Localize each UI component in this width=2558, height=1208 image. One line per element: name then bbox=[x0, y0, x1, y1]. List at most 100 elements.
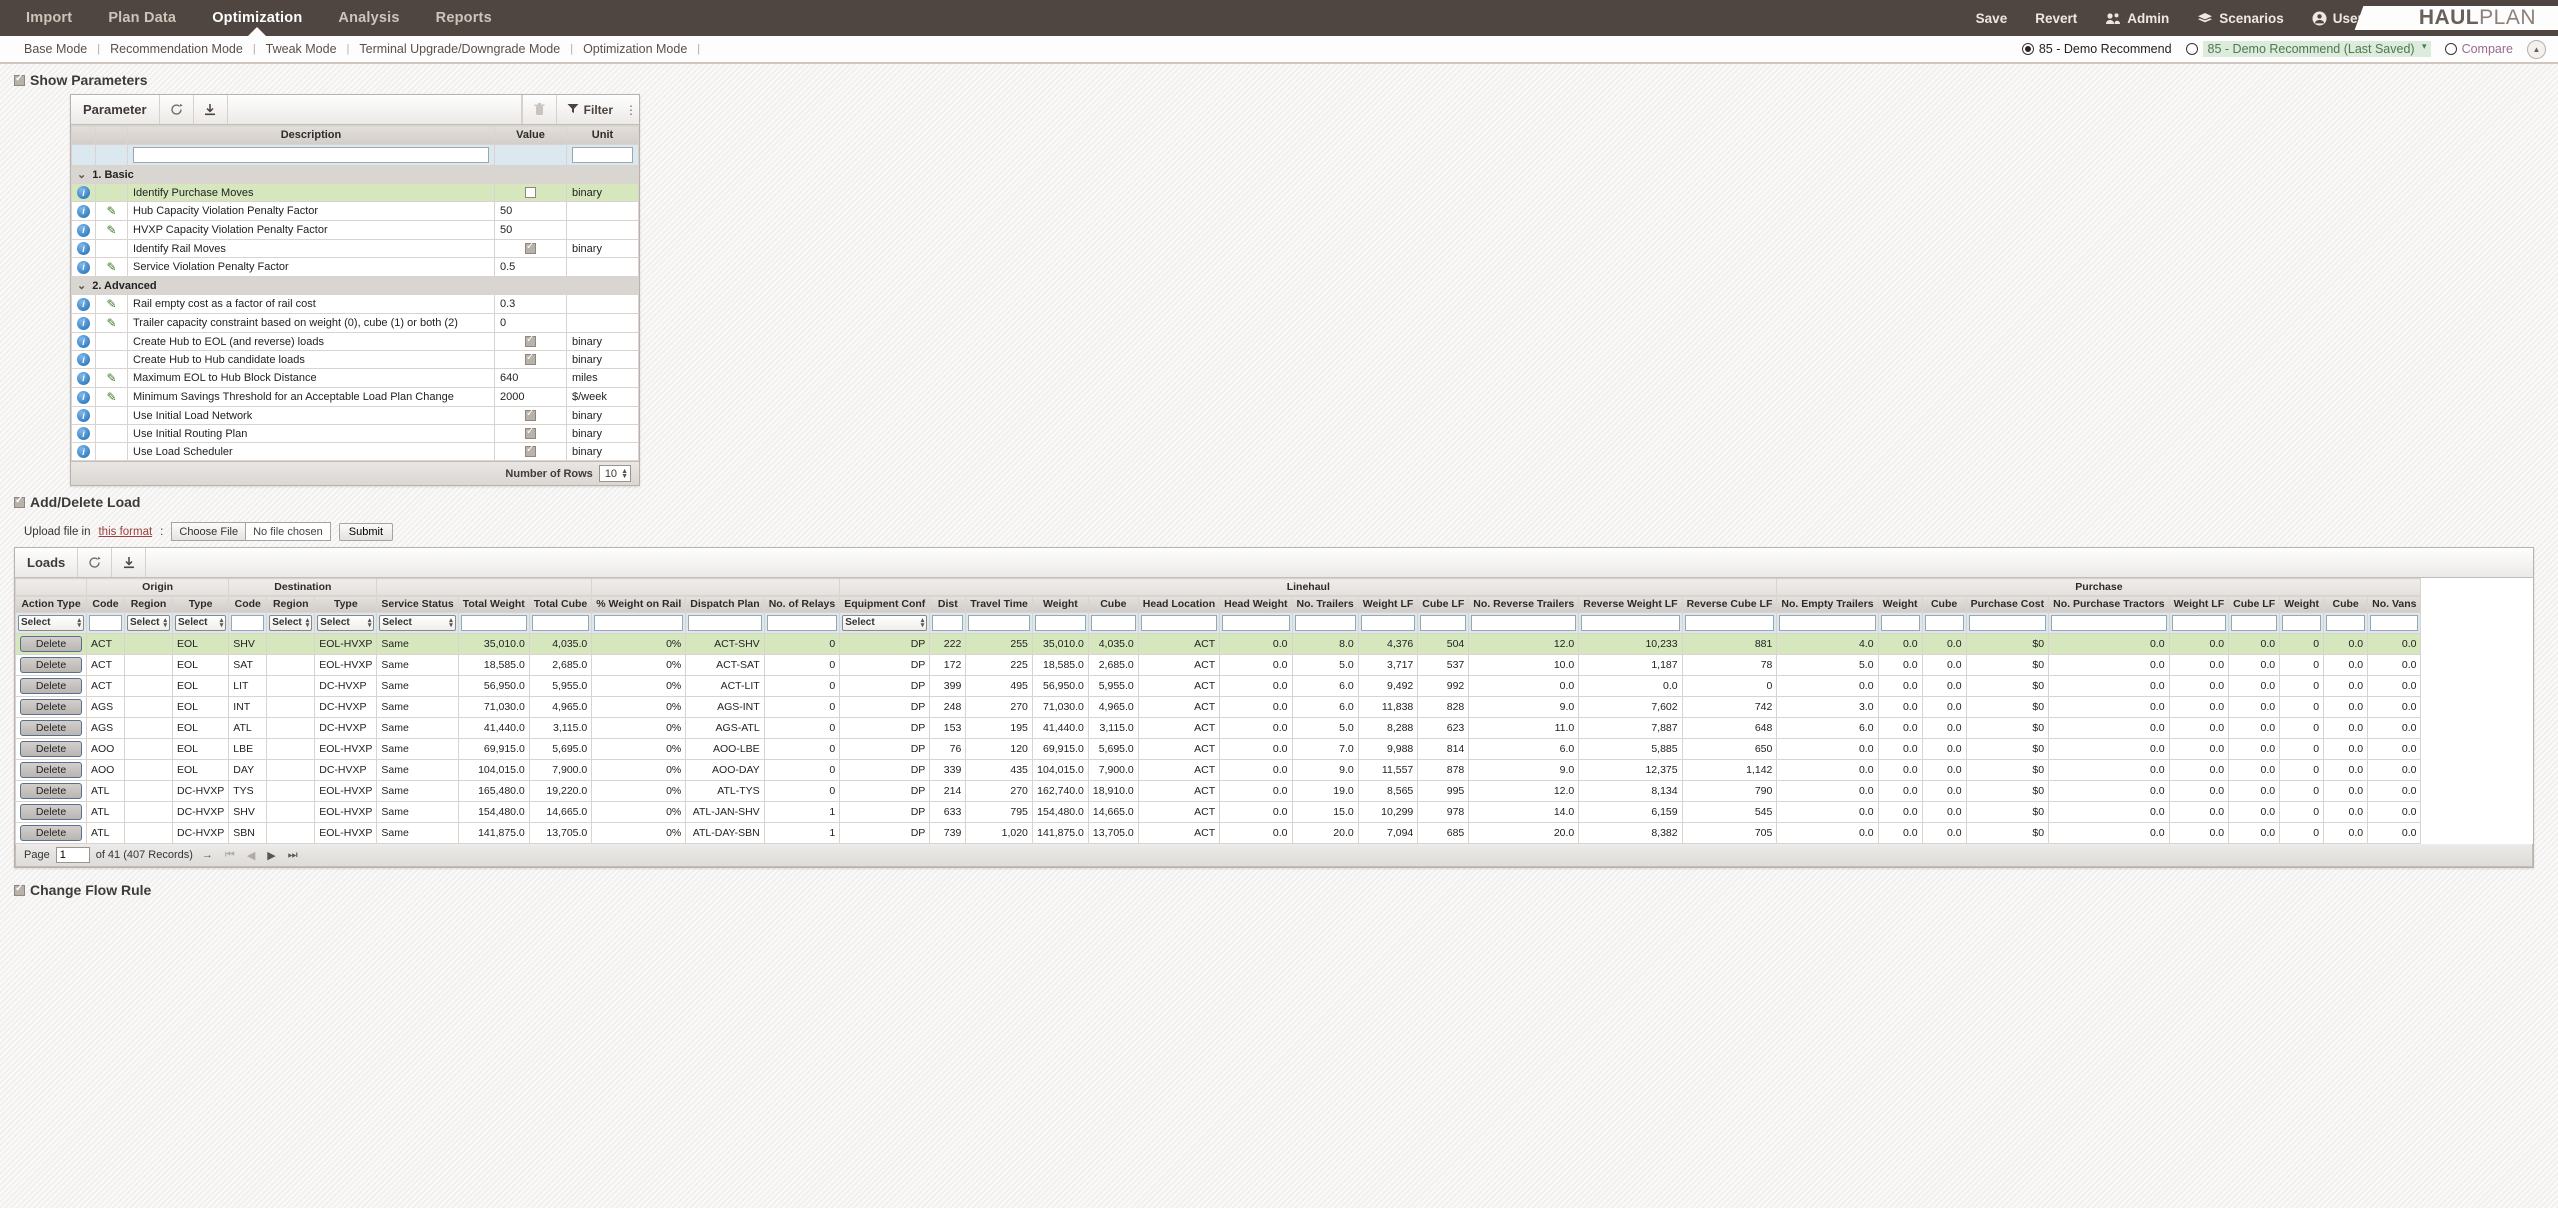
table-row[interactable]: i ✎ Minimum Savings Threshold for an Acc… bbox=[71, 387, 639, 407]
table-row[interactable]: Delete ATL DC-HVXP SBN EOL-HVXP Same 141,875.0… bbox=[15, 822, 2422, 844]
edit-cell[interactable]: ✎ bbox=[95, 257, 128, 277]
info-icon[interactable]: i bbox=[77, 223, 90, 237]
radio-primary[interactable] bbox=[2021, 43, 2034, 55]
scenario-saved-option[interactable]: 85 - Demo Recommend (Last Saved) bbox=[2185, 41, 2431, 57]
loads-filter-input-22[interactable] bbox=[1420, 615, 1467, 631]
page-input[interactable] bbox=[55, 847, 90, 863]
cell-action-type[interactable]: Delete bbox=[15, 822, 87, 844]
radio-saved[interactable] bbox=[2185, 43, 2198, 55]
loads-filter-input-17[interactable] bbox=[1090, 615, 1136, 631]
add-delete-load-toggle[interactable]: Add/Delete Load bbox=[0, 486, 2558, 516]
submit-button[interactable]: Submit bbox=[338, 522, 394, 541]
edit-pencil-icon[interactable]: ✎ bbox=[106, 260, 116, 274]
delete-row-button[interactable]: Delete bbox=[20, 741, 82, 757]
info-cell[interactable]: i bbox=[71, 220, 96, 240]
loads-filter-input-4[interactable] bbox=[231, 615, 265, 631]
loads-filter-input-15[interactable] bbox=[968, 615, 1030, 631]
download-icon[interactable] bbox=[112, 548, 147, 577]
number-of-rows-stepper[interactable]: 10 ▲ ▼ bbox=[598, 465, 631, 482]
upload-format-link[interactable]: this format bbox=[98, 526, 152, 538]
edit-pencil-icon[interactable]: ✎ bbox=[106, 223, 116, 237]
info-icon[interactable]: i bbox=[77, 353, 90, 366]
info-cell[interactable]: i bbox=[71, 332, 96, 351]
edit-pencil-icon[interactable]: ✎ bbox=[106, 316, 116, 330]
loads-filter-select-3[interactable]: Select ▴ ▾ bbox=[175, 615, 227, 631]
param-value[interactable] bbox=[494, 424, 567, 443]
loads-col-weight-on-rail[interactable]: % Weight on Rail bbox=[591, 595, 687, 613]
loads-filter-input-24[interactable] bbox=[1581, 615, 1680, 631]
table-row[interactable]: i Identify Rail Moves binary bbox=[71, 239, 639, 258]
loads-filter-input-1[interactable] bbox=[89, 615, 122, 631]
refresh-icon[interactable] bbox=[78, 548, 113, 577]
info-icon[interactable]: i bbox=[77, 335, 90, 348]
loads-col-reverse-cube-lf[interactable]: Reverse Cube LF bbox=[1681, 595, 1778, 613]
filter-button[interactable]: Filter bbox=[555, 95, 623, 124]
edit-cell[interactable]: ✎ bbox=[95, 313, 128, 333]
table-row[interactable]: i ✎ Rail empty cost as a factor of rail … bbox=[71, 294, 639, 314]
table-row[interactable]: Delete ACT EOL SHV EOL-HVXP Same 35,010.0 4,035… bbox=[15, 633, 2422, 655]
loads-col-head-location[interactable]: Head Location bbox=[1137, 595, 1221, 613]
info-icon[interactable]: i bbox=[77, 204, 90, 218]
loads-col-purchase-cost[interactable]: Purchase Cost bbox=[1965, 595, 2050, 613]
cell-action-type[interactable]: Delete bbox=[15, 633, 87, 655]
info-cell[interactable]: i bbox=[71, 294, 96, 314]
info-icon[interactable]: i bbox=[77, 316, 90, 330]
param-value[interactable]: 0 bbox=[494, 313, 567, 333]
info-cell[interactable]: i bbox=[71, 350, 96, 369]
param-value[interactable] bbox=[494, 442, 567, 461]
loads-filter-input-18[interactable] bbox=[1140, 615, 1218, 631]
group-row-advanced[interactable]: ⌄ 2. Advanced bbox=[71, 276, 639, 295]
value-checkbox[interactable] bbox=[525, 187, 536, 199]
loads-filter-select-6[interactable]: Select ▴ ▾ bbox=[317, 615, 375, 631]
param-value[interactable] bbox=[494, 350, 567, 369]
subnav-tweak-mode[interactable]: Tweak Mode bbox=[256, 42, 347, 56]
loads-col-weight[interactable]: Weight bbox=[2279, 595, 2325, 613]
info-cell[interactable]: i bbox=[71, 406, 96, 425]
loads-col-type[interactable]: Type bbox=[314, 595, 378, 613]
info-icon[interactable]: i bbox=[77, 260, 90, 274]
scenario-saved-dropdown[interactable]: 85 - Demo Recommend (Last Saved) bbox=[2202, 41, 2431, 57]
loads-filter-input-9[interactable] bbox=[531, 615, 590, 631]
info-cell[interactable]: i bbox=[71, 201, 96, 221]
loads-filter-input-30[interactable] bbox=[2051, 615, 2167, 631]
table-row[interactable]: i Use Initial Routing Plan binary bbox=[71, 424, 639, 443]
param-value[interactable]: 0.5 bbox=[494, 257, 567, 277]
nav-item-optimization[interactable]: Optimization bbox=[194, 0, 320, 36]
info-cell[interactable]: i bbox=[71, 424, 96, 443]
nav-item-plan-data[interactable]: Plan Data bbox=[90, 0, 194, 36]
loads-col-type[interactable]: Type bbox=[171, 595, 230, 613]
info-cell[interactable]: i bbox=[71, 257, 96, 277]
info-cell[interactable]: i bbox=[71, 183, 96, 202]
param-value[interactable] bbox=[494, 406, 567, 425]
table-row[interactable]: i ✎ Maximum EOL to Hub Block Distance 64… bbox=[71, 368, 639, 388]
loads-filter-select-2[interactable]: Select ▴ ▾ bbox=[127, 615, 170, 631]
loads-col-region[interactable]: Region bbox=[266, 595, 316, 613]
last-page-icon[interactable]: ⏭ bbox=[285, 849, 301, 862]
scenarios-button[interactable]: Scenarios bbox=[2183, 11, 2298, 26]
scenario-primary-option[interactable]: 85 - Demo Recommend bbox=[2021, 42, 2172, 56]
edit-cell[interactable]: ✎ bbox=[95, 387, 128, 407]
table-row[interactable]: Delete AOO EOL DAY DC-HVXP Same 104,015.0 7,900… bbox=[15, 759, 2422, 781]
loads-col-cube-lf[interactable]: Cube LF bbox=[1417, 595, 1470, 613]
loads-col-no-empty-trailers[interactable]: No. Empty Trailers bbox=[1776, 595, 1879, 613]
param-value[interactable]: 0.3 bbox=[494, 294, 567, 314]
delete-row-button[interactable]: Delete bbox=[20, 678, 82, 694]
value-checkbox[interactable] bbox=[525, 241, 536, 255]
file-input[interactable]: Choose File No file chosen bbox=[171, 522, 331, 541]
subnav-optimization-mode[interactable]: Optimization Mode bbox=[573, 42, 697, 56]
delete-row-button[interactable]: Delete bbox=[20, 762, 82, 778]
loads-filter-input-29[interactable] bbox=[1968, 615, 2047, 631]
go-to-page-icon[interactable]: → bbox=[199, 849, 216, 861]
table-row[interactable]: i Identify Purchase Moves binary bbox=[71, 183, 639, 202]
loads-filter-input-20[interactable] bbox=[1294, 615, 1356, 631]
delete-row-button[interactable]: Delete bbox=[20, 825, 82, 841]
choose-file-button[interactable]: Choose File bbox=[172, 523, 247, 540]
param-value[interactable]: 2000 bbox=[494, 387, 567, 407]
loads-col-service-status[interactable]: Service Status bbox=[376, 595, 459, 613]
table-row[interactable]: Delete ACT EOL SAT EOL-HVXP Same 18,585.0 2,685… bbox=[15, 654, 2422, 676]
delete-icon[interactable] bbox=[521, 95, 556, 124]
delete-row-button[interactable]: Delete bbox=[20, 720, 82, 736]
info-icon[interactable]: i bbox=[77, 186, 90, 199]
edit-pencil-icon[interactable]: ✎ bbox=[106, 371, 116, 385]
add-delete-load-checkbox[interactable] bbox=[14, 495, 25, 508]
